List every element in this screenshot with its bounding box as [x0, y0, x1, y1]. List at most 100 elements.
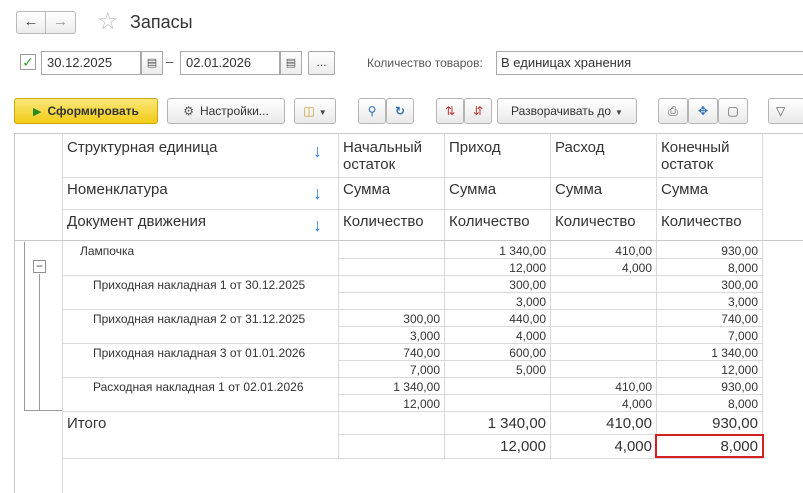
sort-ascending-icon: ⇅	[444, 104, 456, 118]
generate-label: Сформировать	[47, 104, 139, 118]
header-quantity: Количество	[555, 213, 636, 230]
row-label: Расходная накладная 1 от 02.01.2026	[93, 380, 304, 394]
row-label: Лампочка	[80, 244, 135, 258]
grid-line	[762, 133, 763, 458]
quantity-cell[interactable]: 7,000	[656, 329, 758, 343]
quantity-cell[interactable]: 8,000	[656, 397, 758, 411]
sort-arrow-down-icon[interactable]: ↓	[313, 142, 322, 160]
grid-line	[338, 394, 763, 395]
sum-cell[interactable]: 300,00	[338, 312, 440, 326]
quantity-cell[interactable]: 7,000	[338, 363, 440, 377]
header-sum: Сумма	[555, 181, 603, 198]
total-sum-cell[interactable]: 930,00	[656, 415, 758, 432]
quantity-cell[interactable]: 12,000	[444, 261, 546, 275]
sum-cell[interactable]: 410,00	[550, 244, 652, 258]
total-quantity-cell[interactable]: 4,000	[550, 438, 652, 455]
forward-button[interactable]: →	[46, 11, 76, 34]
move-button[interactable]: ✥	[688, 98, 718, 124]
move-arrows-icon: ✥	[697, 104, 709, 118]
total-sum-cell[interactable]: 410,00	[550, 415, 652, 432]
search-next-button[interactable]: ↻	[386, 98, 414, 124]
date-to-input[interactable]: 02.01.2026	[180, 51, 280, 75]
collapse-toggle-button[interactable]: −	[33, 260, 46, 273]
row-label: Приходная накладная 2 от 31.12.2025	[93, 312, 306, 326]
sum-cell[interactable]: 1 340,00	[444, 244, 546, 258]
variants-button[interactable]: ◫ ▼	[294, 98, 336, 124]
sum-cell[interactable]: 300,00	[444, 278, 546, 292]
date-from-input[interactable]: 30.12.2025	[41, 51, 141, 75]
total-quantity-cell[interactable]: 12,000	[444, 438, 546, 455]
sum-cell[interactable]: 930,00	[656, 380, 758, 394]
folder-icon: ◫	[303, 104, 315, 118]
sum-cell[interactable]: 1 340,00	[338, 380, 440, 394]
grid-line	[62, 275, 763, 276]
sum-cell[interactable]: 740,00	[656, 312, 758, 326]
grid-line	[338, 360, 763, 361]
header-quantity: Количество	[449, 213, 530, 230]
filter-button[interactable]: ▽	[768, 98, 803, 124]
sum-cell[interactable]: 410,00	[550, 380, 652, 394]
selected-cell-highlight[interactable]	[655, 434, 764, 458]
grid-line	[62, 377, 763, 378]
quantity-cell[interactable]: 5,000	[444, 363, 546, 377]
grid-line	[62, 133, 63, 493]
sum-cell[interactable]: 930,00	[656, 244, 758, 258]
tree-guide-line	[39, 274, 40, 410]
generate-report-button[interactable]: ▶ Сформировать	[14, 98, 158, 124]
quantity-cell[interactable]: 4,000	[550, 261, 652, 275]
preview-button[interactable]: ▢	[718, 98, 748, 124]
calendar-icon: ▤	[146, 57, 158, 69]
back-button[interactable]: ←	[16, 11, 46, 34]
sum-cell[interactable]: 1 340,00	[656, 346, 758, 360]
sum-cell[interactable]: 600,00	[444, 346, 546, 360]
expand-to-dropdown[interactable]: Разворачивать до ▼	[497, 98, 637, 124]
period-checkbox[interactable]: ✓	[20, 54, 36, 70]
quantity-cell[interactable]: 3,000	[444, 295, 546, 309]
tree-guide-line	[24, 410, 62, 411]
grid-line	[62, 177, 763, 178]
chevron-down-icon: ▼	[615, 108, 623, 117]
search-button[interactable]: ⚲	[358, 98, 386, 124]
sort-descending-icon: ⇵	[472, 104, 484, 118]
header-sum: Сумма	[343, 181, 391, 198]
total-sum-cell[interactable]: 1 340,00	[444, 415, 546, 432]
calendar-to-button[interactable]: ▤	[280, 51, 302, 75]
quantity-cell[interactable]: 12,000	[338, 397, 440, 411]
favorite-star-icon[interactable]: ☆	[97, 8, 119, 36]
total-label: Итого	[67, 415, 107, 432]
play-icon: ▶	[33, 106, 42, 118]
header-income: Приход	[449, 139, 501, 156]
sort-arrow-down-icon[interactable]: ↓	[313, 184, 322, 202]
quantity-cell[interactable]: 4,000	[444, 329, 546, 343]
sort-descending-button[interactable]: ⇵	[464, 98, 492, 124]
header-closing-balance: Конечный остаток	[661, 139, 730, 173]
quantity-cell[interactable]: 8,000	[656, 261, 758, 275]
quantity-units-select[interactable]: В единицах хранения	[496, 51, 803, 75]
search-icon: ⚲	[367, 104, 377, 118]
quantity-cell[interactable]: 3,000	[656, 295, 758, 309]
sum-cell[interactable]: 440,00	[444, 312, 546, 326]
quantity-label: Количество товаров:	[367, 56, 483, 70]
printer-icon: ⎙	[668, 104, 678, 118]
settings-label: Настройки...	[199, 104, 269, 118]
sort-ascending-button[interactable]: ⇅	[436, 98, 464, 124]
calendar-from-button[interactable]: ▤	[141, 51, 163, 75]
header-quantity: Количество	[661, 213, 742, 230]
sum-cell[interactable]: 740,00	[338, 346, 440, 360]
settings-button[interactable]: ⚙ Настройки...	[167, 98, 285, 124]
sort-arrow-down-icon[interactable]: ↓	[313, 216, 322, 234]
quantity-cell[interactable]: 4,000	[550, 397, 652, 411]
period-select-button[interactable]: ...	[308, 51, 335, 75]
print-button[interactable]: ⎙	[658, 98, 688, 124]
header-expense: Расход	[555, 139, 605, 156]
expand-to-label: Разворачивать до	[511, 104, 612, 118]
quantity-cell[interactable]: 3,000	[338, 329, 440, 343]
grid-line	[62, 343, 763, 344]
quantity-cell[interactable]: 12,000	[656, 363, 758, 377]
header-quantity: Количество	[343, 213, 424, 230]
chevron-down-icon: ▼	[318, 108, 327, 117]
grid-line	[14, 240, 803, 241]
page-title: Запасы	[130, 12, 193, 32]
sum-cell[interactable]: 300,00	[656, 278, 758, 292]
header-opening-balance: Начальный остаток	[343, 139, 423, 173]
